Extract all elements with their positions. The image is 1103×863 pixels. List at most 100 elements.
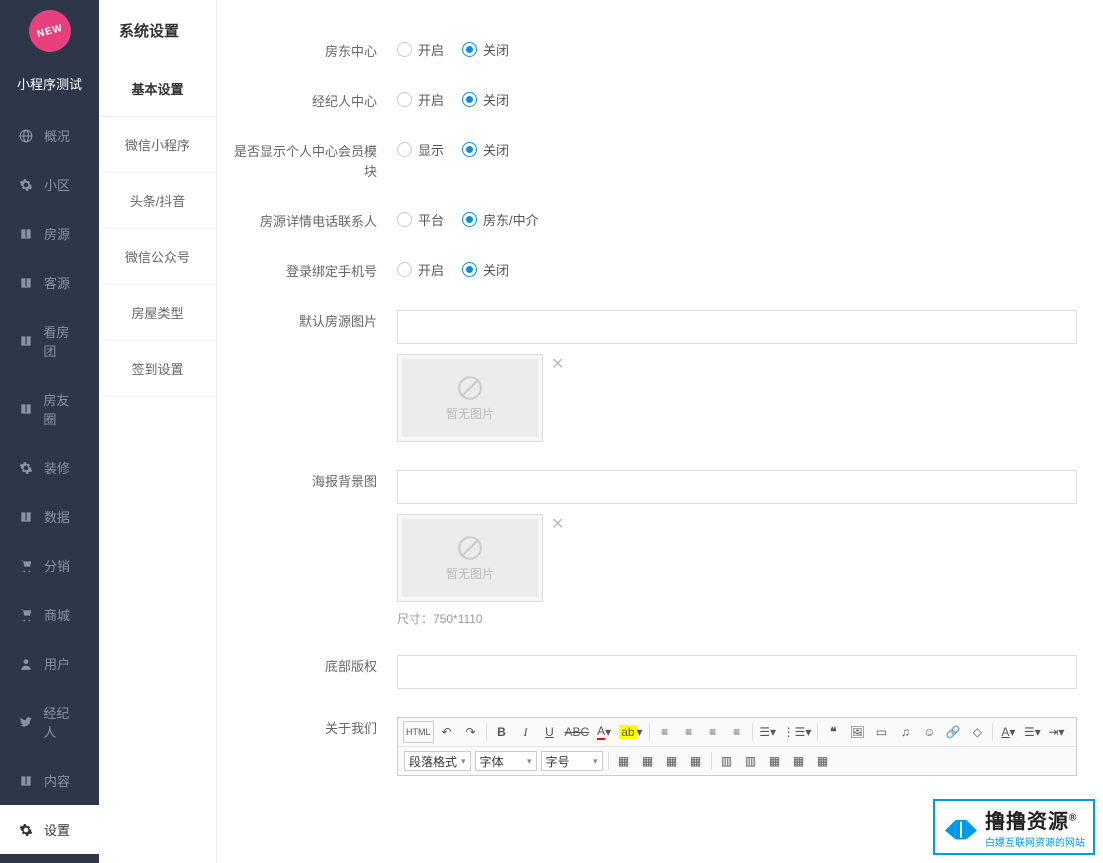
book-icon [18,402,33,416]
no-image-text: 暂无图片 [446,565,494,582]
menu-label: 设置 [44,820,70,839]
editor-size-select[interactable]: 字号 [541,751,603,771]
editor-row-before-button[interactable]: ▦ [661,750,683,772]
radio-landlord-on[interactable]: 开启 [397,40,444,59]
book-icon [18,334,33,348]
book-icon [18,510,34,524]
editor-table-delete-button[interactable]: ▦ [637,750,659,772]
sub-menu-item-3[interactable]: 微信公众号 [99,229,216,285]
main-menu-item-3[interactable]: 客源 [0,258,99,307]
editor-indent-button[interactable]: ⇥▾ [1045,721,1067,743]
menu-label: 商城 [44,605,70,624]
preview-default-img[interactable]: 暂无图片 [397,354,543,442]
watermark-logo-icon [943,811,979,843]
sub-sidebar: 系统设置 基本设置微信小程序头条/抖音微信公众号房屋类型签到设置 [99,0,217,863]
editor-emoji-button[interactable]: ☺ [918,721,940,743]
main-menu-item-5[interactable]: 房友圈 [0,375,99,443]
input-poster-bg[interactable] [397,470,1077,504]
editor-col-after-button[interactable]: ▥ [740,750,762,772]
editor-fontcolor2-button[interactable]: A▾ [997,721,1019,743]
radio-login-off[interactable]: 关闭 [462,260,509,279]
remove-poster-bg[interactable]: ✕ [551,514,564,534]
editor-link-button[interactable]: 🔗 [942,721,964,743]
input-default-img[interactable] [397,310,1077,344]
logo-text: NEW [35,22,63,39]
book-icon [18,227,34,241]
menu-label: 分销 [44,556,70,575]
editor-redo-button[interactable]: ↷ [460,721,482,743]
radio-personal-show[interactable]: 显示 [397,140,444,159]
editor-table-button[interactable]: ▦ [613,750,635,772]
menu-label: 用户 [44,654,70,673]
menu-label: 看房团 [43,322,81,360]
editor-align-right-button[interactable]: ≡ [702,721,724,743]
editor-forecolor-button[interactable]: A▾ [593,721,615,743]
main-menu-item-2[interactable]: 房源 [0,209,99,258]
main-menu-item-9[interactable]: 商城 [0,590,99,639]
radio-personal-off[interactable]: 关闭 [462,140,509,159]
sub-menu-item-0[interactable]: 基本设置 [99,61,216,117]
radio-contact-platform[interactable]: 平台 [397,210,444,229]
main-menu-item-1[interactable]: 小区 [0,160,99,209]
editor-html-button[interactable]: HTML [403,721,434,743]
editor-cell-merge-button[interactable]: ▦ [764,750,786,772]
editor-strike-button[interactable]: ABC [563,721,592,743]
editor-row-after-button[interactable]: ▦ [685,750,707,772]
book-icon [18,774,34,788]
editor-ul-button[interactable]: ⋮☰▾ [781,721,814,743]
editor-align-left-button[interactable]: ≡ [654,721,676,743]
editor-italic-button[interactable]: I [515,721,537,743]
remove-default-img[interactable]: ✕ [551,354,564,374]
main-menu-item-6[interactable]: 装修 [0,443,99,492]
main-menu-item-10[interactable]: 用户 [0,639,99,688]
main-menu-item-13[interactable]: 设置 [0,805,99,854]
row-default-img: 默认房源图片 暂无图片 ✕ [217,310,1103,442]
main-menu-item-0[interactable]: 概况 [0,111,99,160]
hint-poster-size: 尺寸：750*1110 [397,610,1103,627]
label-agent: 经纪人中心 [227,90,397,112]
radio-landlord-off[interactable]: 关闭 [462,40,509,59]
sub-menu-item-1[interactable]: 微信小程序 [99,117,216,173]
main-menu-item-11[interactable]: 经纪人 [0,688,99,756]
radio-contact-owner[interactable]: 房东/中介 [462,210,539,229]
radio-agent-on[interactable]: 开启 [397,90,444,109]
editor-undo-button[interactable]: ↶ [436,721,458,743]
sub-menu-item-4[interactable]: 房屋类型 [99,285,216,341]
input-copyright[interactable] [397,655,1077,689]
radio-agent-off[interactable]: 关闭 [462,90,509,109]
editor-lineheight-button[interactable]: ☰▾ [1021,721,1043,743]
row-poster-bg: 海报背景图 暂无图片 ✕ 尺寸：750*1110 [217,470,1103,627]
label-about: 关于我们 [227,717,397,739]
main-menu-item-8[interactable]: 分销 [0,541,99,590]
editor-backcolor-button[interactable]: ab▾ [617,721,644,743]
editor-font-select[interactable]: 字体 [475,751,537,771]
editor-align-center-button[interactable]: ≡ [678,721,700,743]
editor-ol-button[interactable]: ☰▾ [757,721,779,743]
editor-paragraph-select[interactable]: 段落格式 [404,751,471,771]
sub-menu-item-5[interactable]: 签到设置 [99,341,216,397]
editor-cell-split-button[interactable]: ▦ [788,750,810,772]
editor-video-button[interactable]: ▭ [870,721,892,743]
main-menu-item-12[interactable]: 内容 [0,756,99,805]
editor-bold-button[interactable]: B [491,721,513,743]
editor-image-button[interactable]: 🖼 [846,721,868,743]
editor-quote-button[interactable]: ❝ [822,721,844,743]
main-menu-item-7[interactable]: 数据 [0,492,99,541]
editor-align-justify-button[interactable]: ≡ [726,721,748,743]
sub-menu-item-2[interactable]: 头条/抖音 [99,173,216,229]
logo-area: NEW [0,0,99,62]
row-about: 关于我们 HTML ↶ ↷ B I U ABC A▾ ab▾ [217,717,1103,776]
editor-col-before-button[interactable]: ▥ [716,750,738,772]
editor-cell-del-button[interactable]: ▦ [812,750,834,772]
label-default-img: 默认房源图片 [227,310,397,332]
label-copyright: 底部版权 [227,655,397,677]
gear-icon [18,178,34,192]
cart-icon [18,559,34,573]
rich-editor-toolbar: HTML ↶ ↷ B I U ABC A▾ ab▾ ≡ ≡ ≡ [397,717,1077,776]
preview-poster-bg[interactable]: 暂无图片 [397,514,543,602]
radio-login-on[interactable]: 开启 [397,260,444,279]
editor-clear-button[interactable]: ◇ [966,721,988,743]
main-menu-item-4[interactable]: 看房团 [0,307,99,375]
editor-underline-button[interactable]: U [539,721,561,743]
editor-music-button[interactable]: ♫ [894,721,916,743]
